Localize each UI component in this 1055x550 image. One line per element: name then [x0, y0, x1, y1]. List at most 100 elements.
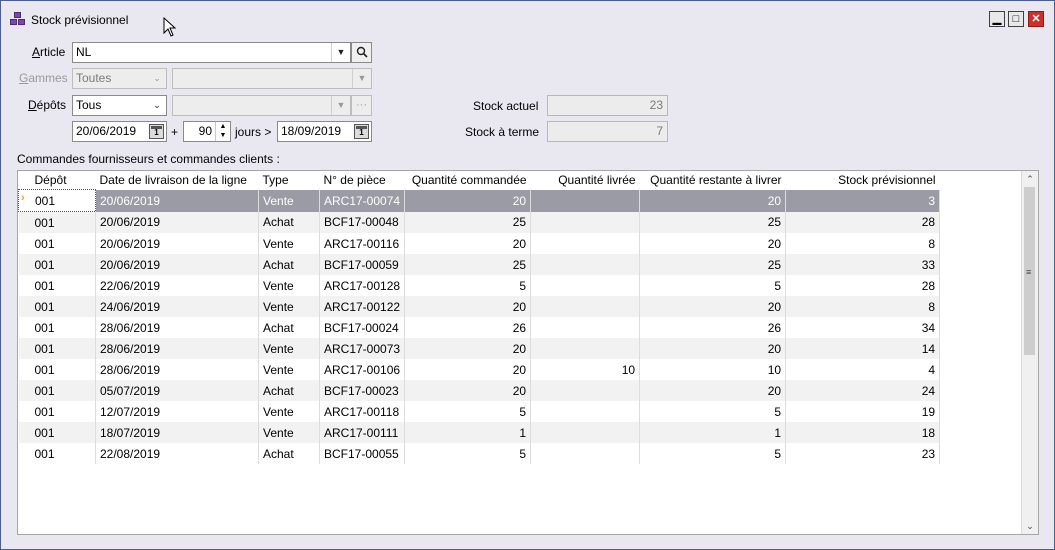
column-header-qte-livree[interactable]: Quantité livrée: [530, 171, 640, 190]
table-cell[interactable]: 5: [404, 443, 532, 464]
table-cell[interactable]: 3: [785, 189, 941, 212]
chevron-down-icon[interactable]: ⌄: [148, 96, 166, 115]
table-cell[interactable]: Achat: [258, 317, 320, 338]
table-cell[interactable]: ARC17-00073: [319, 338, 406, 359]
table-cell[interactable]: ARC17-00118: [319, 401, 406, 422]
gammes-detail-select[interactable]: ▼: [172, 68, 372, 89]
table-cell[interactable]: 25: [404, 211, 532, 233]
table-cell[interactable]: 23: [785, 443, 941, 464]
search-icon[interactable]: [351, 42, 372, 63]
table-cell[interactable]: BCF17-00055: [319, 443, 406, 464]
column-header-qte-restante[interactable]: Quantité restante à livrer: [639, 171, 786, 190]
date-from-field[interactable]: 20/06/2019: [72, 121, 167, 142]
table-cell[interactable]: 001: [18, 359, 96, 380]
table-cell[interactable]: 14: [785, 338, 941, 359]
table-cell[interactable]: 20/06/2019: [95, 211, 259, 233]
table-cell[interactable]: 001: [18, 317, 96, 338]
table-cell[interactable]: Vente: [258, 401, 320, 422]
table-cell[interactable]: 25: [404, 254, 532, 275]
chevron-down-icon[interactable]: ▼: [352, 69, 371, 88]
table-cell[interactable]: 05/07/2019: [95, 380, 259, 401]
table-cell[interactable]: 20: [404, 380, 532, 401]
spinner-arrows-icon[interactable]: ▲ ▼: [215, 122, 230, 141]
vertical-scrollbar[interactable]: ⌃ ≡ ⌄: [1021, 171, 1038, 534]
table-cell[interactable]: BCF17-00048: [319, 211, 406, 233]
table-cell[interactable]: Vente: [258, 275, 320, 296]
minimize-icon[interactable]: ▁: [989, 11, 1005, 27]
table-cell[interactable]: 20/06/2019: [95, 189, 259, 212]
table-cell[interactable]: ARC17-00122: [319, 296, 406, 317]
table-cell[interactable]: ARC17-00106: [319, 359, 406, 380]
column-header-stock-previsionnel[interactable]: Stock prévisionnel: [785, 171, 940, 190]
column-header-date[interactable]: Date de livraison de la ligne: [95, 171, 259, 190]
table-cell[interactable]: 18/07/2019: [95, 422, 259, 443]
days-spinner[interactable]: 90 ▲ ▼: [183, 121, 231, 142]
table-cell[interactable]: [530, 296, 641, 317]
table-cell[interactable]: 28/06/2019: [95, 359, 259, 380]
table-cell[interactable]: 4: [785, 359, 941, 380]
table-cell[interactable]: BCF17-00023: [319, 380, 406, 401]
scroll-down-icon[interactable]: ⌄: [1022, 519, 1038, 533]
table-cell[interactable]: 001: [18, 189, 96, 212]
table-cell[interactable]: ARC17-00116: [319, 233, 406, 254]
table-cell[interactable]: [530, 211, 641, 233]
scroll-up-icon[interactable]: ⌃: [1022, 172, 1038, 186]
table-cell[interactable]: ARC17-00074: [319, 189, 406, 212]
table-cell[interactable]: 24/06/2019: [95, 296, 259, 317]
table-cell[interactable]: 1: [639, 422, 787, 443]
table-cell[interactable]: 1: [404, 422, 532, 443]
table-cell[interactable]: 8: [785, 233, 941, 254]
orders-grid[interactable]: Dépôt Date de livraison de la ligne Type…: [17, 170, 1039, 535]
table-cell[interactable]: 5: [404, 401, 532, 422]
table-cell[interactable]: 20: [404, 233, 532, 254]
table-row[interactable]: 001 12/07/2019 Vente ARC17-00118 5 5 19: [18, 401, 941, 422]
table-cell[interactable]: ARC17-00111: [319, 422, 406, 443]
table-row[interactable]: 001 22/08/2019 Achat BCF17-00055 5 5 23: [18, 443, 941, 464]
table-cell[interactable]: 20: [404, 296, 532, 317]
table-cell[interactable]: 001: [18, 338, 96, 359]
title-bar[interactable]: Stock prévisionnel ▁ □ ✕: [1, 1, 1054, 37]
table-row[interactable]: 001 20/06/2019 Vente ARC17-00116 20 20 8: [18, 233, 941, 254]
table-cell[interactable]: Vente: [258, 189, 320, 212]
table-cell[interactable]: 25: [639, 254, 787, 275]
table-row[interactable]: 001 20/06/2019 Achat BCF17-00059 25 25 33: [18, 254, 941, 275]
table-cell[interactable]: 001: [18, 275, 96, 296]
calendar-icon[interactable]: [354, 124, 369, 139]
column-header-type[interactable]: Type: [258, 171, 320, 190]
table-cell[interactable]: 28: [785, 275, 941, 296]
table-cell[interactable]: 19: [785, 401, 941, 422]
table-cell[interactable]: 8: [785, 296, 941, 317]
table-cell[interactable]: 10: [530, 359, 641, 380]
table-cell[interactable]: 20: [404, 189, 532, 212]
table-cell[interactable]: Vente: [258, 233, 320, 254]
table-cell[interactable]: [530, 317, 641, 338]
table-row[interactable]: 001 05/07/2019 Achat BCF17-00023 20 20 24: [18, 380, 941, 401]
chevron-down-icon[interactable]: ▼: [331, 96, 350, 115]
table-cell[interactable]: 20: [639, 338, 787, 359]
table-cell[interactable]: 20: [639, 296, 787, 317]
table-row[interactable]: 001 28/06/2019 Achat BCF17-00024 26 26 34: [18, 317, 941, 338]
maximize-icon[interactable]: □: [1008, 11, 1024, 27]
table-row[interactable]: 001 20/06/2019 Achat BCF17-00048 25 25 28: [18, 211, 941, 233]
table-cell[interactable]: 001: [18, 422, 96, 443]
table-cell[interactable]: 001: [18, 211, 96, 233]
table-row[interactable]: 001 28/06/2019 Vente ARC17-00073 20 20 14: [18, 338, 941, 359]
table-cell[interactable]: 12/07/2019: [95, 401, 259, 422]
gammes-select[interactable]: Toutes ⌄: [72, 68, 167, 89]
table-cell[interactable]: [530, 189, 641, 212]
table-cell[interactable]: 10: [639, 359, 787, 380]
depots-select[interactable]: Tous ⌄: [72, 95, 167, 116]
table-cell[interactable]: Achat: [258, 443, 320, 464]
table-cell[interactable]: Vente: [258, 338, 320, 359]
table-cell[interactable]: [530, 401, 641, 422]
table-cell[interactable]: 001: [18, 401, 96, 422]
table-cell[interactable]: [530, 275, 641, 296]
table-cell[interactable]: ARC17-00128: [319, 275, 406, 296]
table-cell[interactable]: Vente: [258, 359, 320, 380]
table-cell[interactable]: [530, 338, 641, 359]
table-cell[interactable]: 22/08/2019: [95, 443, 259, 464]
table-cell[interactable]: 5: [639, 443, 787, 464]
table-cell[interactable]: 5: [639, 401, 787, 422]
table-cell[interactable]: [530, 233, 641, 254]
table-cell[interactable]: 26: [404, 317, 532, 338]
